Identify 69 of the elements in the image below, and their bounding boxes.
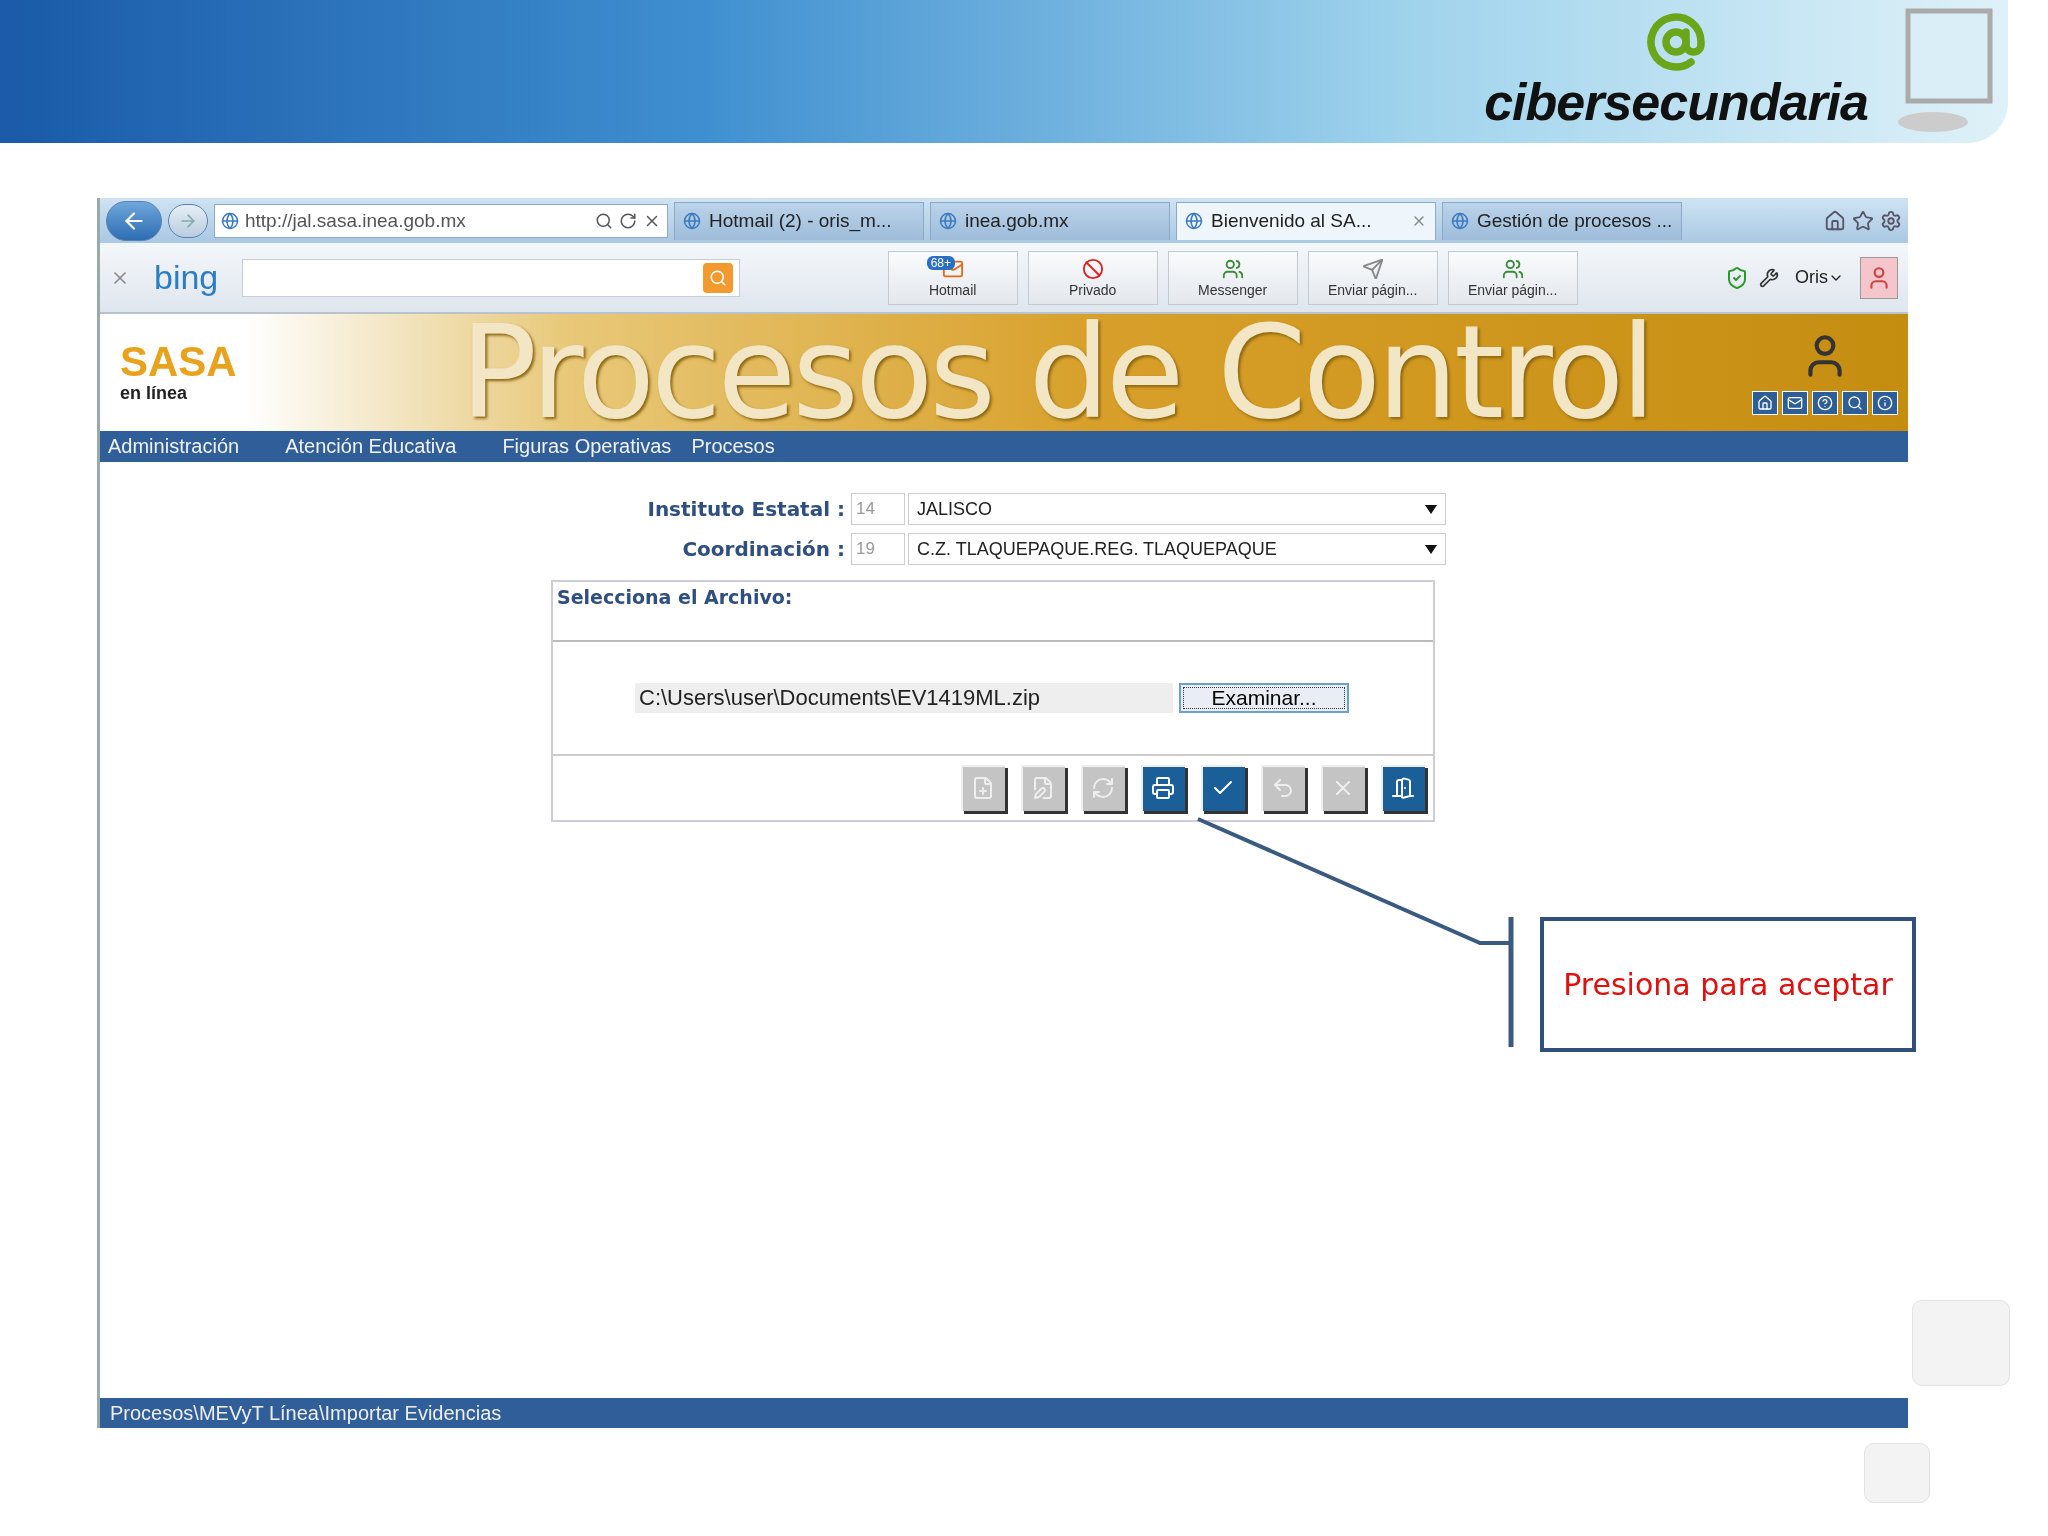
back-button[interactable] — [106, 200, 162, 241]
browser-tab[interactable]: Hotmail (2) - oris_m... — [674, 201, 924, 240]
at-sign-icon — [1646, 11, 1707, 72]
forward-button[interactable] — [168, 203, 208, 238]
info-icon — [1877, 394, 1893, 411]
logo-subtitle: en línea — [120, 383, 189, 404]
site-logo: SASA — [120, 341, 238, 383]
status-text: Procesos\MEVyT Línea\Importar Evidencias — [110, 1401, 502, 1425]
search-logo: bing — [154, 258, 219, 297]
menu-item[interactable]: Administración — [108, 435, 240, 458]
avatar-icon[interactable] — [1860, 256, 1898, 299]
exit-button[interactable] — [1381, 765, 1425, 811]
people-icon — [1221, 257, 1244, 280]
address-bar[interactable]: http://jal.sasa.inea.gob.mx — [214, 203, 668, 238]
new-file-icon — [971, 776, 995, 800]
refresh-icon — [1091, 776, 1115, 800]
logo-text: cibersecundaria — [1484, 71, 1868, 132]
select-field[interactable]: C.Z. TLAQUEPAQUE.REG. TLAQUEPAQUE — [908, 533, 1446, 565]
search-field[interactable] — [242, 258, 741, 297]
search-icon[interactable] — [595, 211, 613, 230]
file-path-field[interactable]: C:\Users\user\Documents\EV1419ML.zip — [635, 683, 1173, 713]
panel-title: Selecciona el Archivo: — [557, 586, 793, 608]
home-icon — [1757, 394, 1773, 411]
people-icon — [1501, 257, 1524, 280]
user-menu[interactable]: Oris — [1789, 266, 1850, 289]
print-button[interactable] — [1141, 765, 1185, 811]
field-label: Coordinación : — [681, 537, 846, 561]
toolbar-button[interactable]: Enviar págin... — [1447, 250, 1578, 305]
search-icon — [1847, 394, 1863, 411]
door-icon — [1391, 776, 1415, 800]
select-field[interactable]: JALISCO — [908, 493, 1446, 525]
wrench-icon[interactable] — [1759, 267, 1779, 288]
callout-text: Presiona para aceptar — [1563, 967, 1893, 1002]
toolbar-button[interactable]: Enviar págin... — [1307, 250, 1438, 305]
dropdown-arrow-icon — [1425, 544, 1437, 554]
browser-tab[interactable]: Gestión de procesos ... — [1442, 201, 1682, 240]
toolbar-button[interactable]: 68+ Hotmail — [887, 250, 1018, 305]
page-icon — [939, 212, 957, 230]
send-icon — [1361, 257, 1384, 280]
undo-icon — [1271, 776, 1295, 800]
toolbar-button[interactable]: Messenger — [1167, 250, 1298, 305]
home-button[interactable] — [1752, 390, 1778, 415]
edit-file-icon — [1031, 776, 1055, 800]
prohibited-icon — [1081, 257, 1104, 280]
help-button[interactable] — [1812, 390, 1838, 415]
home-icon[interactable] — [1824, 209, 1846, 232]
mail-button[interactable] — [1782, 390, 1808, 415]
browse-button[interactable]: Examinar... — [1179, 683, 1349, 713]
refresh-icon[interactable] — [619, 211, 637, 230]
search-button[interactable] — [1842, 390, 1868, 415]
favorites-icon[interactable] — [1852, 209, 1874, 232]
settings-icon[interactable] — [1880, 209, 1902, 232]
dropdown-arrow-icon — [1425, 504, 1437, 514]
accept-button[interactable] — [1201, 765, 1245, 811]
shield-icon[interactable] — [1725, 265, 1749, 290]
page-icon — [221, 211, 239, 230]
help-icon — [1817, 394, 1833, 411]
browser-tab[interactable]: inea.gob.mx — [930, 201, 1170, 240]
page-icon — [1451, 212, 1469, 230]
field-label: Instituto Estatal : — [646, 497, 846, 521]
browser-tab[interactable]: Bienvenido al SA... — [1176, 201, 1436, 240]
printer-icon — [1151, 776, 1175, 800]
info-button[interactable] — [1872, 390, 1898, 415]
page-icon — [683, 212, 701, 230]
toolbar-button[interactable]: Privado — [1027, 250, 1158, 305]
menu-item[interactable]: Atención Educativa — [285, 435, 457, 458]
page-icon — [1185, 212, 1203, 230]
count-badge: 68+ — [926, 255, 955, 270]
mail-icon — [1787, 394, 1803, 411]
